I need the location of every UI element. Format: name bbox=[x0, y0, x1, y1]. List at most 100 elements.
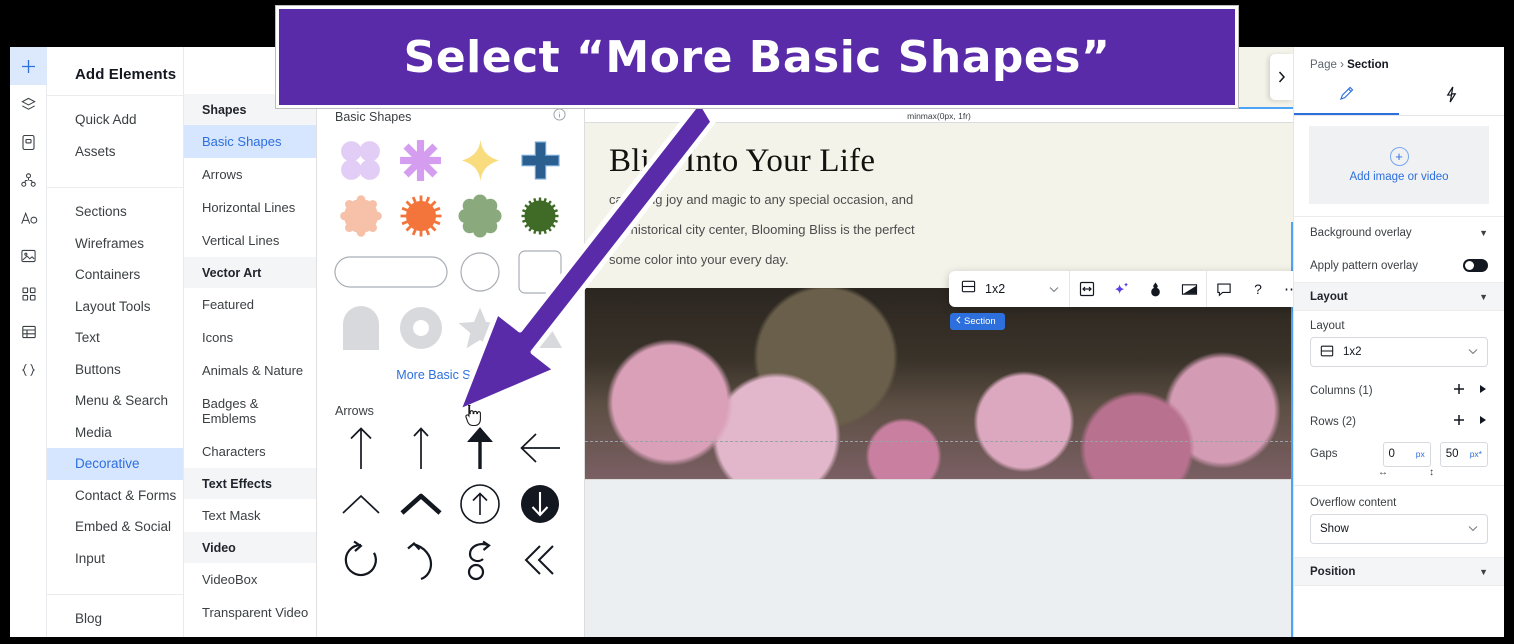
add-column-icon[interactable] bbox=[1453, 383, 1465, 398]
subitem-horizontal-lines[interactable]: Horizontal Lines bbox=[184, 191, 316, 224]
subitem-icons[interactable]: Icons bbox=[184, 321, 316, 354]
shape-flower-blob[interactable] bbox=[451, 188, 511, 244]
shape-rounded-square-outline[interactable] bbox=[510, 244, 570, 300]
shape-scalloped-circle[interactable] bbox=[331, 188, 391, 244]
comment-icon[interactable] bbox=[1207, 271, 1241, 307]
collapse-inspector-button[interactable] bbox=[1270, 54, 1293, 100]
shape-rounded-pill-outline[interactable] bbox=[331, 244, 451, 300]
gap-horizontal-input[interactable]: 0 px bbox=[1382, 441, 1431, 467]
theme-manager-icon[interactable] bbox=[10, 199, 47, 237]
shape-star[interactable] bbox=[451, 300, 511, 356]
subitem-badges-emblems[interactable]: Badges & Emblems bbox=[184, 387, 316, 435]
position-section-header[interactable]: Position ▼ bbox=[1294, 557, 1504, 586]
apply-pattern-toggle[interactable] bbox=[1463, 259, 1488, 272]
expand-columns-icon[interactable] bbox=[1479, 384, 1488, 397]
layers-icon[interactable] bbox=[10, 85, 47, 123]
looping-arrow-icon[interactable] bbox=[451, 532, 511, 588]
pages-icon[interactable] bbox=[10, 123, 47, 161]
double-chevron-left-icon[interactable] bbox=[510, 532, 570, 588]
category-media[interactable]: Media bbox=[47, 417, 183, 449]
expand-rows-icon[interactable] bbox=[1479, 415, 1488, 428]
category-containers[interactable]: Containers bbox=[47, 259, 183, 291]
background-overlay-row[interactable]: Background overlay ▼ bbox=[1294, 216, 1504, 249]
shape-sunburst-circle[interactable] bbox=[391, 188, 451, 244]
shape-arch[interactable] bbox=[331, 300, 391, 356]
add-elements-icon[interactable] bbox=[10, 47, 47, 85]
animation-icon[interactable] bbox=[1138, 271, 1172, 307]
add-row-icon[interactable] bbox=[1453, 414, 1465, 429]
arrow-up-in-circle-icon[interactable] bbox=[451, 476, 511, 532]
subitem-vertical-lines[interactable]: Vertical Lines bbox=[184, 224, 316, 257]
shape-triangle[interactable] bbox=[510, 300, 570, 356]
breadcrumb-page[interactable]: Page bbox=[1310, 59, 1337, 71]
arrow-down-in-filled-circle-icon[interactable] bbox=[510, 476, 570, 532]
media-icon[interactable] bbox=[10, 237, 47, 275]
apps-icon[interactable] bbox=[10, 275, 47, 313]
shape-circle-outline[interactable] bbox=[451, 244, 511, 300]
site-structure-icon[interactable] bbox=[10, 161, 47, 199]
info-icon[interactable] bbox=[553, 108, 566, 126]
scroll-effect-icon[interactable] bbox=[1172, 271, 1206, 307]
shape-gear-circle[interactable] bbox=[510, 188, 570, 244]
paintbrush-icon bbox=[1338, 85, 1355, 107]
more-options-icon[interactable]: ⋯ bbox=[1275, 271, 1293, 307]
arrow-left-chevron-icon[interactable] bbox=[510, 420, 570, 476]
dev-mode-icon[interactable] bbox=[10, 351, 47, 389]
category-quick-add[interactable]: Quick Add bbox=[47, 104, 183, 136]
arrow-up-thin-icon[interactable] bbox=[331, 420, 391, 476]
category-text[interactable]: Text bbox=[47, 322, 183, 354]
category-input[interactable]: Input bbox=[47, 543, 183, 575]
subitem-transparent-video[interactable]: Transparent Video bbox=[184, 596, 316, 629]
shapes-grid-gray-row bbox=[317, 300, 584, 356]
category-buttons[interactable]: Buttons bbox=[47, 354, 183, 386]
interactions-tab[interactable] bbox=[1399, 79, 1504, 115]
arrow-up-narrow-icon[interactable] bbox=[391, 420, 451, 476]
toolbar-layout-dropdown[interactable]: 1x2 bbox=[949, 279, 1069, 299]
category-store[interactable]: Store bbox=[47, 635, 183, 637]
category-embed-social[interactable]: Embed & Social bbox=[47, 511, 183, 543]
subitem-characters[interactable]: Characters bbox=[184, 435, 316, 468]
category-wireframes[interactable]: Wireframes bbox=[47, 228, 183, 260]
add-media-box[interactable]: + Add image or video bbox=[1309, 126, 1489, 204]
chevron-up-thin-icon[interactable] bbox=[331, 476, 391, 532]
site-canvas[interactable]: Home Contact Us minmax(0px, 1fr) Bliss I… bbox=[585, 47, 1293, 637]
category-layout-tools[interactable]: Layout Tools bbox=[47, 291, 183, 323]
design-tab[interactable] bbox=[1294, 79, 1399, 115]
chevron-up-bold-icon[interactable] bbox=[391, 476, 451, 532]
overflow-select[interactable]: Show bbox=[1310, 514, 1488, 544]
more-basic-shapes-link[interactable]: More Basic Shapes bbox=[317, 356, 584, 382]
subitem-arrows[interactable]: Arrows bbox=[184, 158, 316, 191]
cms-icon[interactable] bbox=[10, 313, 47, 351]
ai-sparkle-icon[interactable] bbox=[1104, 271, 1138, 307]
category-blog[interactable]: Blog bbox=[47, 603, 183, 635]
shape-plus-cross[interactable] bbox=[510, 132, 570, 188]
subitem-basic-shapes[interactable]: Basic Shapes bbox=[184, 125, 316, 158]
layout-select[interactable]: 1x2 bbox=[1310, 337, 1488, 367]
subitem-animals-nature[interactable]: Animals & Nature bbox=[184, 354, 316, 387]
layout-section-title: Layout bbox=[1310, 290, 1348, 303]
subitem-videobox[interactable]: VideoBox bbox=[184, 563, 316, 596]
layout-grid-icon bbox=[961, 279, 976, 299]
category-decorative[interactable]: Decorative bbox=[47, 448, 183, 480]
gap-vertical-input[interactable]: 50 px* bbox=[1439, 441, 1488, 467]
shape-four-point-sparkle[interactable] bbox=[451, 132, 511, 188]
category-contact-forms[interactable]: Contact & Forms bbox=[47, 480, 183, 512]
refresh-counterclockwise-icon[interactable] bbox=[331, 532, 391, 588]
columns-label: Columns (1) bbox=[1310, 384, 1373, 397]
shape-four-petal-clover[interactable] bbox=[331, 132, 391, 188]
shape-eight-point-asterisk[interactable] bbox=[391, 132, 451, 188]
section-selection-badge[interactable]: Section bbox=[950, 313, 1005, 330]
subitem-featured[interactable]: Featured bbox=[184, 288, 316, 321]
help-question-icon[interactable]: ? bbox=[1241, 271, 1275, 307]
layout-section-header[interactable]: Layout ▼ bbox=[1294, 282, 1504, 311]
category-menu-search[interactable]: Menu & Search bbox=[47, 385, 183, 417]
resize-width-icon[interactable] bbox=[1070, 271, 1104, 307]
category-assets[interactable]: Assets bbox=[47, 136, 183, 168]
subitem-text-mask[interactable]: Text Mask bbox=[184, 499, 316, 532]
shape-donut[interactable] bbox=[391, 300, 451, 356]
chevron-down-icon bbox=[1049, 280, 1059, 298]
curved-arrow-up-icon[interactable] bbox=[391, 532, 451, 588]
arrow-up-filled-head-icon[interactable] bbox=[451, 420, 511, 476]
category-sections[interactable]: Sections bbox=[47, 196, 183, 228]
add-elements-panel: Add Elements Quick Add Assets Sections W… bbox=[47, 47, 184, 637]
